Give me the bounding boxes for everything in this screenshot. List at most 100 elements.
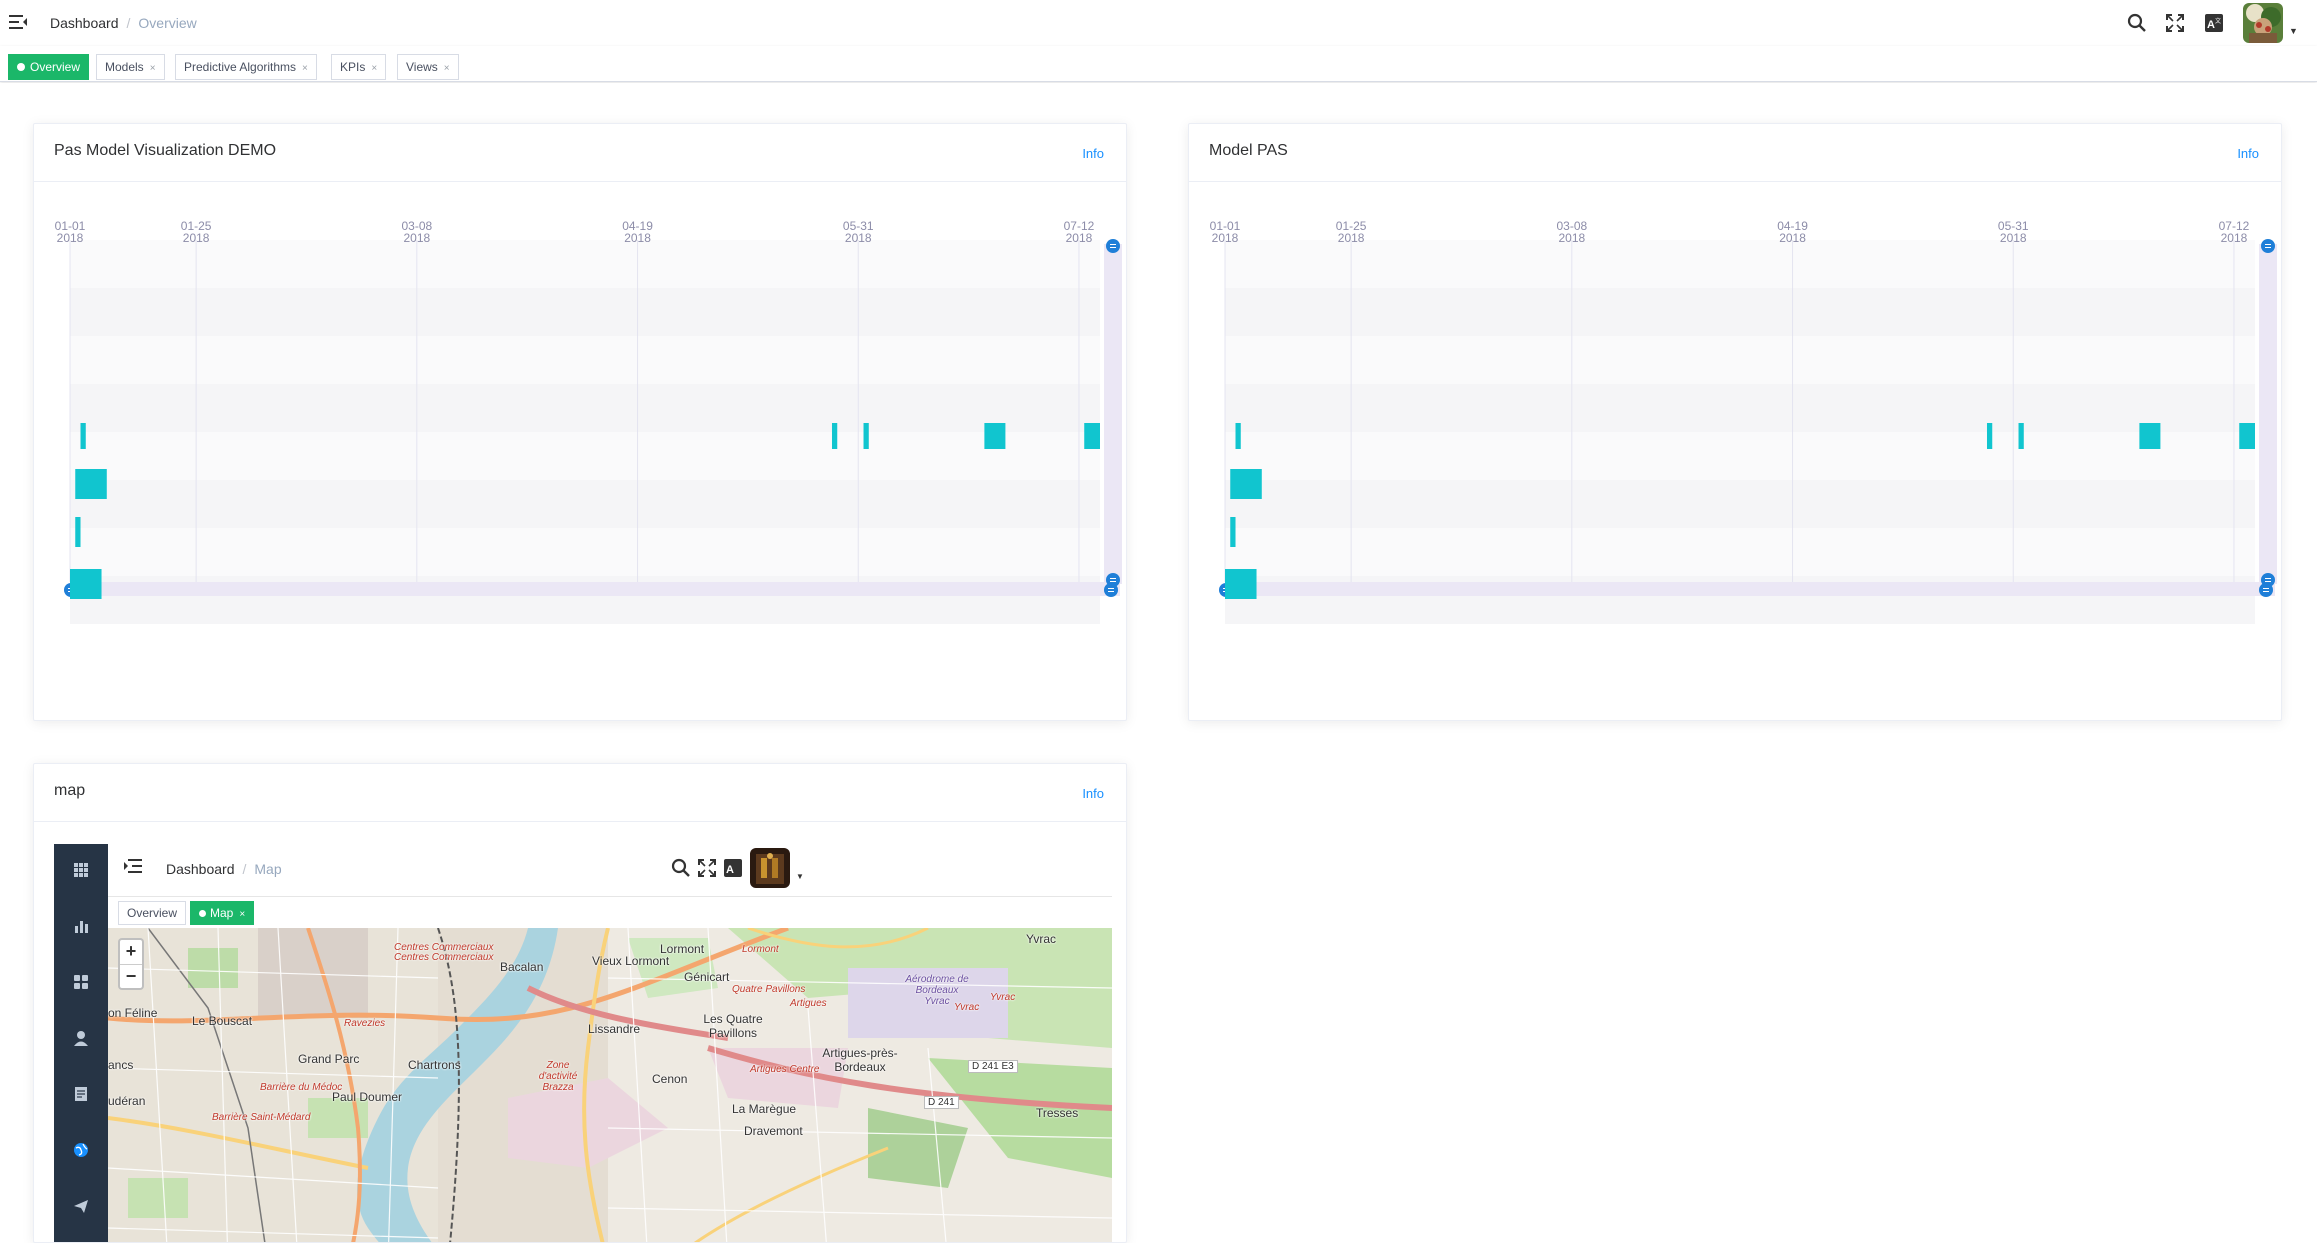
tag-map[interactable]: Map × <box>190 901 255 925</box>
map-label: udéran <box>108 1094 146 1108</box>
avatar-dropdown-icon[interactable]: ▼ <box>2289 26 2298 36</box>
user-icon[interactable] <box>71 1028 91 1048</box>
map-label: Dravemont <box>744 1124 803 1138</box>
tag-views[interactable]: Views × <box>397 54 459 80</box>
x-tick-year: 2018 <box>1212 231 1239 245</box>
map-tags-view: Overview Map × <box>108 896 1112 928</box>
info-link[interactable]: Info <box>1082 786 1104 801</box>
close-icon[interactable]: × <box>302 63 308 74</box>
timeline-event[interactable] <box>2018 423 2024 449</box>
bar-chart-icon[interactable] <box>71 916 91 936</box>
timeline-chart[interactable]: 01-01201801-25201803-08201804-19201805-3… <box>1189 182 2282 721</box>
menu-icon[interactable] <box>9 14 27 30</box>
zoom-out-button[interactable]: − <box>120 964 142 988</box>
timeline-event[interactable] <box>1230 469 1262 499</box>
timeline-event[interactable] <box>80 423 86 449</box>
card-pas-model-demo: Pas Model Visualization DEMO Info 01-01 2… <box>33 123 1127 721</box>
horizontal-zoom-slider[interactable] <box>70 582 1120 596</box>
tag-kpis[interactable]: KPIs × <box>331 54 387 80</box>
map-label: Artigues-près-Bordeaux <box>822 1046 898 1074</box>
breadcrumb-item-dashboard[interactable]: Dashboard <box>166 861 235 877</box>
row-band <box>70 480 1100 528</box>
timeline-event[interactable] <box>1084 423 1100 449</box>
avatar[interactable] <box>750 848 790 888</box>
vertical-zoom-slider[interactable] <box>1104 244 1122 584</box>
map-view[interactable]: + − Yvrac Lormont Lormont Centres Commer… <box>108 928 1112 1242</box>
globe-icon[interactable] <box>71 1140 91 1160</box>
map-label: Artigues Centre <box>750 1064 820 1075</box>
map-label: Chartrons <box>408 1058 461 1072</box>
tag-predictive-algorithms[interactable]: Predictive Algorithms × <box>175 54 317 80</box>
tag-models[interactable]: Models × <box>96 54 165 80</box>
timeline-event[interactable] <box>70 569 102 599</box>
card-header: map Info <box>34 764 1126 822</box>
map-label: Artigues <box>790 998 827 1009</box>
timeline-event[interactable] <box>1225 569 1257 599</box>
close-icon[interactable]: × <box>239 909 245 920</box>
x-tick-year: 2018 <box>57 231 84 245</box>
tag-overview[interactable]: Overview <box>8 54 90 80</box>
svg-text:文: 文 <box>2215 17 2221 25</box>
timeline-event[interactable] <box>1986 423 1993 449</box>
grid-icon[interactable] <box>71 860 91 880</box>
avatar-dropdown-icon[interactable]: ▼ <box>796 872 804 881</box>
timeline-event[interactable] <box>1235 423 1241 449</box>
row-band <box>70 288 1100 336</box>
map-label: Paul Doumer <box>332 1090 403 1104</box>
search-icon[interactable] <box>2127 13 2147 33</box>
row-band <box>1225 384 2255 432</box>
map-label: Barrière Saint-Médard <box>212 1112 311 1123</box>
card-map: map Info Dashboard / Map A ▼ Overview Ma… <box>33 763 1127 1243</box>
timeline-event[interactable] <box>75 469 107 499</box>
fullscreen-icon[interactable] <box>697 858 717 878</box>
avatar[interactable] <box>2243 3 2283 43</box>
navbar: Dashboard / Overview A 文 ▼ <box>0 0 2317 46</box>
map-label: D 241 <box>924 1096 959 1109</box>
close-icon[interactable]: × <box>371 63 377 74</box>
row-band <box>70 336 1100 384</box>
map-label: Tresses <box>1036 1106 1079 1120</box>
map-label: Ravezies <box>344 1018 386 1029</box>
map-label: Yvrac <box>954 1002 980 1013</box>
map-label: La Marègue <box>732 1102 797 1116</box>
search-icon[interactable] <box>671 858 691 878</box>
info-link[interactable]: Info <box>2237 146 2259 161</box>
send-icon[interactable] <box>71 1196 91 1216</box>
timeline-event[interactable] <box>2239 423 2255 449</box>
tag-overview[interactable]: Overview <box>118 901 187 925</box>
timeline-chart[interactable]: 01-01201801-25201803-08201804-19201805-3… <box>34 182 1127 721</box>
menu-icon[interactable] <box>124 858 142 874</box>
map-label: Barrière du Médoc <box>260 1082 343 1093</box>
horizontal-zoom-slider[interactable] <box>1225 582 2275 596</box>
vertical-zoom-slider[interactable] <box>2259 244 2277 584</box>
row-band <box>70 528 1100 576</box>
close-icon[interactable]: × <box>444 63 450 74</box>
timeline-event[interactable] <box>863 423 869 449</box>
translate-icon[interactable]: A 文 <box>2204 13 2224 33</box>
timeline-event[interactable] <box>75 517 81 547</box>
x-tick-year: 2018 <box>1066 231 1093 245</box>
x-tick-year: 2018 <box>2000 231 2027 245</box>
card-model-pas: Model PAS Info 01-01 2018 01-25 2018 03-08 20… <box>1188 123 2282 721</box>
translate-icon[interactable]: A <box>723 858 743 878</box>
close-icon[interactable]: × <box>150 63 156 74</box>
info-link[interactable]: Info <box>1082 146 1104 161</box>
x-tick-year: 2018 <box>1779 231 1806 245</box>
row-band <box>70 240 1100 288</box>
x-tick-year: 2018 <box>1558 231 1585 245</box>
fullscreen-icon[interactable] <box>2165 13 2185 33</box>
timeline-event[interactable] <box>2139 423 2161 449</box>
slider-handle[interactable] <box>1104 583 1118 597</box>
tags-view: Overview Models × Predictive Algorithms × … <box>0 46 2317 82</box>
zoom-in-button[interactable]: + <box>120 940 142 964</box>
timeline-event[interactable] <box>1230 517 1236 547</box>
timeline-event[interactable] <box>984 423 1006 449</box>
breadcrumb-item-dashboard[interactable]: Dashboard <box>50 15 119 31</box>
timeline-event[interactable] <box>831 423 838 449</box>
slider-handle[interactable] <box>2259 583 2273 597</box>
apps-icon[interactable] <box>71 972 91 992</box>
slider-handle[interactable] <box>1106 239 1120 253</box>
document-icon[interactable] <box>71 1084 91 1104</box>
slider-handle[interactable] <box>2261 239 2275 253</box>
map-label: Lissandre <box>588 1022 641 1036</box>
